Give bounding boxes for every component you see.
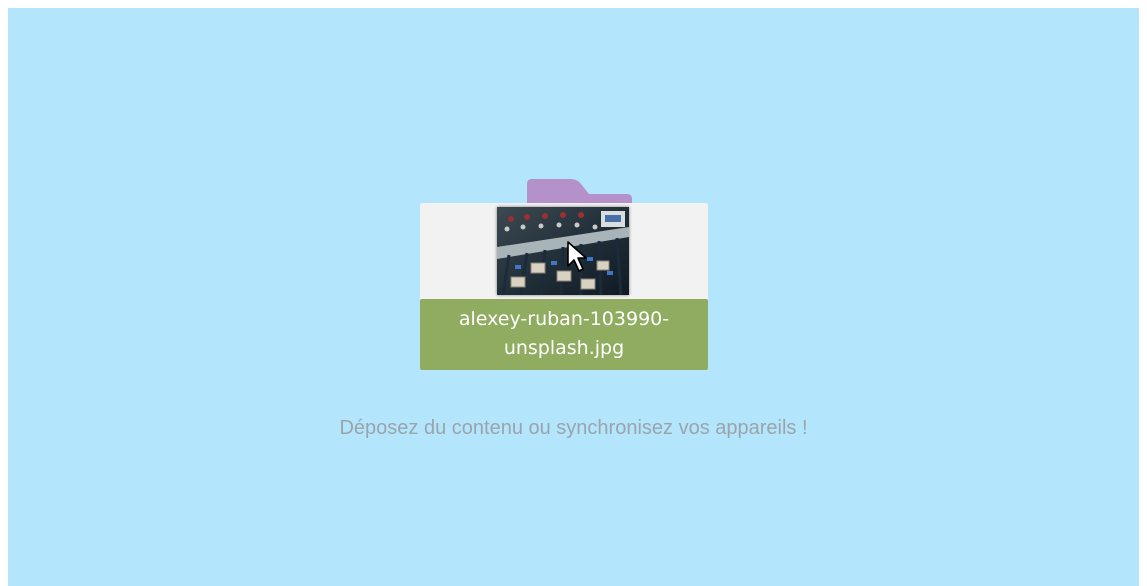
arrow-cursor-icon <box>567 241 587 272</box>
drop-hint-text: Déposez du contenu ou synchronisez vos a… <box>339 417 808 439</box>
folder-tab-icon <box>527 179 632 206</box>
file-name-line-2: unsplash.jpg <box>503 337 625 359</box>
file-name-line-1: alexey-ruban-103990- <box>458 308 670 330</box>
dragged-file-item[interactable]: alexey-ruban-103990- unsplash.jpg <box>420 203 708 370</box>
file-name-label: alexey-ruban-103990- unsplash.jpg <box>420 299 708 370</box>
file-thumbnail <box>497 207 629 295</box>
mixing-console-thumbnail-icon <box>497 207 629 295</box>
